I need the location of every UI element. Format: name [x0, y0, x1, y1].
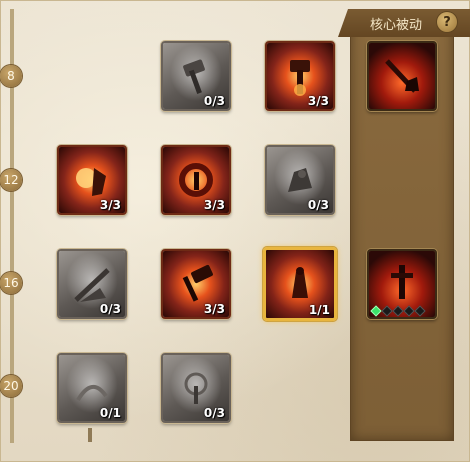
gem-lit — [370, 305, 382, 317]
talent-slot-r2c3[interactable]: 0/3 — [265, 145, 335, 215]
upgrade-gems — [370, 305, 426, 317]
core-passive-slot-1[interactable] — [367, 41, 437, 111]
talent-count: 3/3 — [99, 198, 121, 212]
talent-panel: 8 12 16 20 核心被动 ? 0/3 3/3 3/3 3/3 0/3 0/… — [0, 0, 470, 462]
talent-count: 0/3 — [203, 406, 225, 420]
talent-slot-r2c1[interactable]: 3/3 — [57, 145, 127, 215]
talent-slot-r3c2[interactable]: 3/3 — [161, 249, 231, 319]
core-passive-slot-2[interactable] — [367, 249, 437, 319]
talent-slot-r3c3[interactable]: 1/1 — [263, 247, 337, 321]
tier-badge-8: 8 — [0, 65, 22, 87]
gem-empty — [392, 305, 404, 317]
talent-count: 3/3 — [203, 198, 225, 212]
talent-slot-r3c1[interactable]: 0/3 — [57, 249, 127, 319]
talent-slot-r2c2[interactable]: 3/3 — [161, 145, 231, 215]
talent-count: 3/3 — [203, 302, 225, 316]
talent-count: 0/3 — [307, 198, 329, 212]
talent-slot-r1c2[interactable]: 0/3 — [161, 41, 231, 111]
gem-empty — [403, 305, 415, 317]
talent-slot-r1c3[interactable]: 3/3 — [265, 41, 335, 111]
gem-empty — [414, 305, 426, 317]
talent-count: 1/1 — [308, 303, 330, 317]
tier-connector — [88, 428, 92, 442]
help-icon[interactable]: ? — [437, 12, 457, 32]
tier-badge-20: 20 — [0, 375, 22, 397]
tier-badge-12: 12 — [0, 169, 22, 191]
talent-count: 3/3 — [307, 94, 329, 108]
tier-badge-16: 16 — [0, 272, 22, 294]
talent-count: 0/3 — [99, 302, 121, 316]
talent-count: 0/1 — [99, 406, 121, 420]
talent-slot-r4c1[interactable]: 0/1 — [57, 353, 127, 423]
gem-empty — [381, 305, 393, 317]
talent-count: 0/3 — [203, 94, 225, 108]
greatsword-icon — [369, 43, 435, 109]
talent-slot-r4c2[interactable]: 0/3 — [161, 353, 231, 423]
